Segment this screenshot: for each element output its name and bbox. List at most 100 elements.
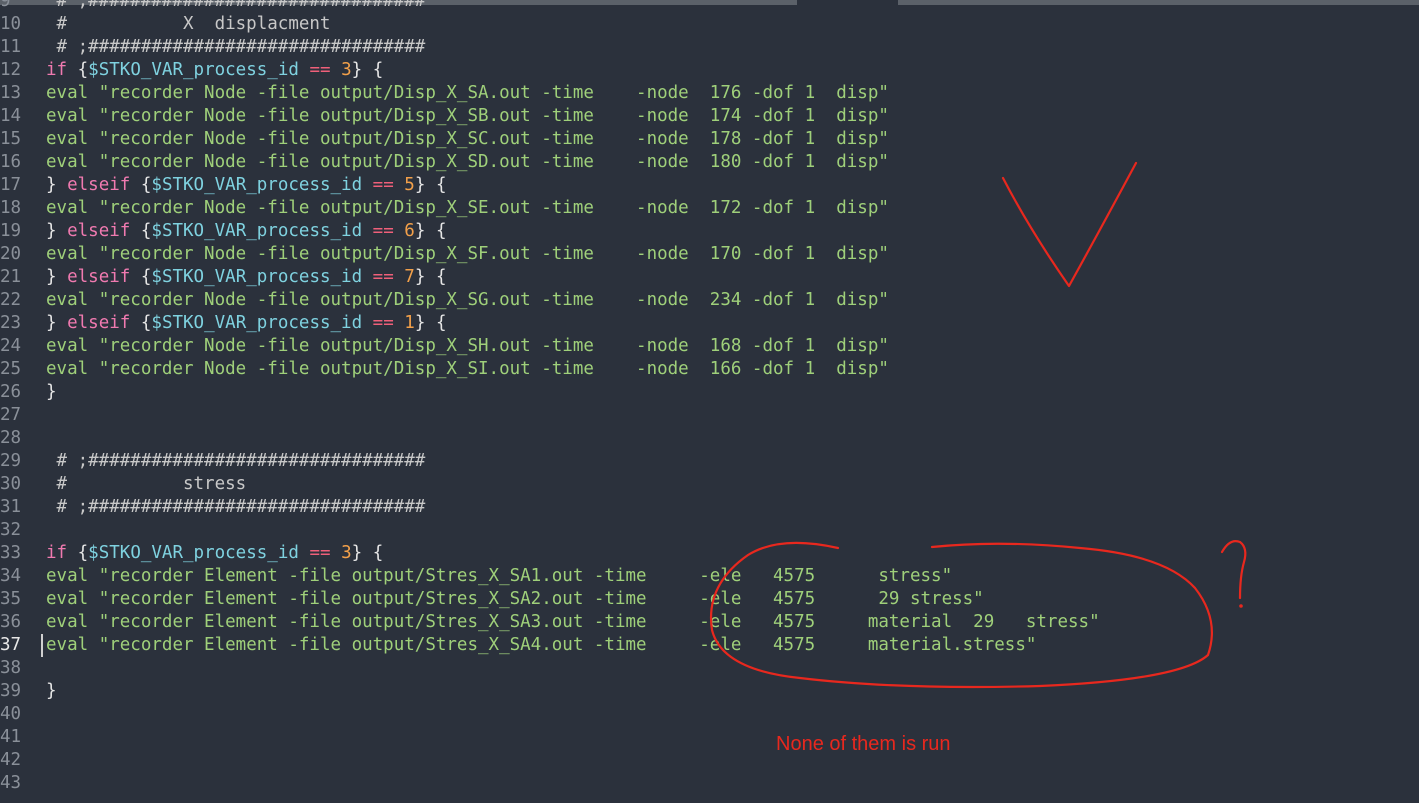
code-line[interactable]: 34 eval "recorder Element -file output/St… xyxy=(0,565,952,588)
line-number: 30 xyxy=(0,474,22,494)
code-line[interactable]: 28 xyxy=(0,427,46,450)
tab-right[interactable] xyxy=(898,0,1419,5)
line-text[interactable]: eval "recorder Node -file output/Disp_X_… xyxy=(46,83,889,103)
question-mark-dot xyxy=(1239,604,1243,608)
line-number: 28 xyxy=(0,428,22,448)
code-line[interactable]: 36 eval "recorder Element -file output/St… xyxy=(0,611,1100,634)
line-text[interactable]: eval "recorder Node -file output/Disp_X_… xyxy=(46,359,889,379)
code-line[interactable]: 23 } elseif {$STKO_VAR_process_id == 1} { xyxy=(0,312,446,335)
line-number: 25 xyxy=(0,359,22,379)
line-text[interactable]: eval "recorder Node -file output/Disp_X_… xyxy=(46,129,889,149)
line-number: 32 xyxy=(0,520,22,540)
line-number: 43 xyxy=(0,773,22,793)
code-line[interactable]: 18 eval "recorder Node -file output/Disp_… xyxy=(0,197,889,220)
line-text[interactable]: # ;################################ xyxy=(46,0,426,11)
line-number: 12 xyxy=(0,60,22,80)
line-text[interactable]: eval "recorder Node -file output/Disp_X_… xyxy=(46,198,889,218)
code-line[interactable]: 30 # stress xyxy=(0,473,246,496)
code-line[interactable]: 39} xyxy=(0,680,57,703)
line-text[interactable]: } elseif {$STKO_VAR_process_id == 7} { xyxy=(46,267,446,287)
question-mark-drawing xyxy=(1220,540,1247,600)
line-number: 20 xyxy=(0,244,22,264)
line-text[interactable]: eval "recorder Element -file output/Stre… xyxy=(46,566,952,586)
line-number: 16 xyxy=(0,152,22,172)
line-number: 29 xyxy=(0,451,22,471)
code-line[interactable]: 13 eval "recorder Node -file output/Disp_… xyxy=(0,82,889,105)
line-text[interactable]: eval "recorder Node -file output/Disp_X_… xyxy=(46,290,889,310)
line-number: 9 xyxy=(0,0,11,11)
line-text[interactable]: eval "recorder Node -file output/Disp_X_… xyxy=(46,336,889,356)
line-text[interactable]: } elseif {$STKO_VAR_process_id == 6} { xyxy=(46,221,446,241)
line-number: 14 xyxy=(0,106,22,126)
line-number: 13 xyxy=(0,83,22,103)
line-text[interactable]: } elseif {$STKO_VAR_process_id == 1} { xyxy=(46,313,446,333)
code-line[interactable]: 25 eval "recorder Node -file output/Disp_… xyxy=(0,358,889,381)
line-number: 33 xyxy=(0,543,22,563)
line-number: 41 xyxy=(0,727,22,747)
line-number: 24 xyxy=(0,336,22,356)
line-number: 37 xyxy=(0,635,22,655)
line-text[interactable]: } xyxy=(46,382,57,402)
line-number: 21 xyxy=(0,267,22,287)
line-text[interactable]: if {$STKO_VAR_process_id == 3} { xyxy=(46,60,383,80)
line-number: 42 xyxy=(0,750,22,770)
code-line[interactable]: 11 # ;################################ xyxy=(0,36,425,59)
code-line[interactable]: 33 if {$STKO_VAR_process_id == 3} { xyxy=(0,542,383,565)
line-number: 34 xyxy=(0,566,22,586)
code-line[interactable]: 26} xyxy=(0,381,57,404)
code-line[interactable]: 17 } elseif {$STKO_VAR_process_id == 5} { xyxy=(0,174,446,197)
line-number: 39 xyxy=(0,681,22,701)
line-number: 23 xyxy=(0,313,22,333)
code-line[interactable]: 40 xyxy=(0,703,46,726)
code-editor[interactable]: 9 # ;################################ 10 … xyxy=(0,0,1419,803)
line-number: 15 xyxy=(0,129,22,149)
line-text[interactable]: eval "recorder Node -file output/Disp_X_… xyxy=(46,152,889,172)
line-text[interactable]: eval "recorder Node -file output/Disp_X_… xyxy=(46,106,889,126)
line-text[interactable]: if {$STKO_VAR_process_id == 3} { xyxy=(46,543,383,563)
line-text[interactable]: # X displacment xyxy=(46,14,331,34)
code-line[interactable]: 20 eval "recorder Node -file output/Disp_… xyxy=(0,243,889,266)
code-line[interactable]: 21 } elseif {$STKO_VAR_process_id == 7} { xyxy=(0,266,446,289)
line-text[interactable]: } xyxy=(46,681,57,701)
code-line[interactable]: 15 eval "recorder Node -file output/Disp_… xyxy=(0,128,889,151)
code-line[interactable]: 32 xyxy=(0,519,46,542)
line-number: 17 xyxy=(0,175,22,195)
checkmark-drawing xyxy=(1001,161,1138,288)
code-line[interactable]: 19} elseif {$STKO_VAR_process_id == 6} { xyxy=(0,220,446,243)
code-line[interactable]: 22 eval "recorder Node -file output/Disp_… xyxy=(0,289,889,312)
line-text[interactable]: } elseif {$STKO_VAR_process_id == 5} { xyxy=(46,175,446,195)
line-text[interactable]: eval "recorder Node -file output/Disp_X_… xyxy=(46,244,889,264)
line-text[interactable]: eval "recorder Element -file output/Stre… xyxy=(46,589,984,609)
code-line[interactable]: 24 eval "recorder Node -file output/Disp_… xyxy=(0,335,889,358)
line-number: 35 xyxy=(0,589,22,609)
code-line[interactable]: 42 xyxy=(0,749,46,772)
line-text[interactable]: # stress xyxy=(46,474,247,494)
current-line-marker xyxy=(41,634,43,657)
code-line[interactable]: 31 # ;################################ xyxy=(0,496,425,519)
code-line[interactable]: 9 # ;################################ xyxy=(0,0,425,13)
line-number: 22 xyxy=(0,290,22,310)
line-number: 40 xyxy=(0,704,22,724)
code-line[interactable]: 41 xyxy=(0,726,46,749)
code-line[interactable]: 43 xyxy=(0,772,46,795)
line-number: 18 xyxy=(0,198,22,218)
line-text[interactable]: eval "recorder Element -file output/Stre… xyxy=(46,635,1036,655)
code-line[interactable]: 16 eval "recorder Node -file output/Disp_… xyxy=(0,151,889,174)
line-text[interactable]: # ;################################ xyxy=(46,497,426,517)
line-number: 10 xyxy=(0,14,22,34)
line-number: 38 xyxy=(0,658,22,678)
code-line[interactable]: 27 xyxy=(0,404,46,427)
annotation-note: None of them is run xyxy=(776,733,951,755)
code-line[interactable]: 37 eval "recorder Element -file output/St… xyxy=(0,634,1036,657)
code-line[interactable]: 14 eval "recorder Node -file output/Disp_… xyxy=(0,105,889,128)
code-line[interactable]: 12 if {$STKO_VAR_process_id == 3} { xyxy=(0,59,383,82)
line-text[interactable]: # ;################################ xyxy=(46,451,426,471)
line-text[interactable]: # ;################################ xyxy=(46,37,426,57)
line-text[interactable]: eval "recorder Element -file output/Stre… xyxy=(46,612,1100,632)
code-line[interactable]: 29 # ;################################ xyxy=(0,450,425,473)
code-line[interactable]: 38 xyxy=(0,657,46,680)
line-number: 27 xyxy=(0,405,22,425)
code-line[interactable]: 10 # X displacment xyxy=(0,13,330,36)
line-number: 11 xyxy=(0,37,22,57)
code-line[interactable]: 35 eval "recorder Element -file output/St… xyxy=(0,588,984,611)
